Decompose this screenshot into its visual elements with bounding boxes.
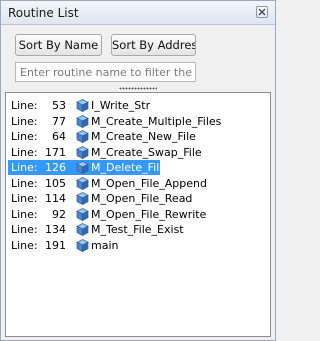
- line-label: Line:: [11, 146, 38, 159]
- routine-icon: [76, 130, 89, 144]
- routine-icon: [76, 177, 89, 191]
- line-number: 64: [52, 130, 66, 143]
- routine-name: M_Create_New_File: [91, 130, 196, 143]
- sort-by-name-button[interactable]: Sort By Name: [15, 34, 102, 56]
- line-label: Line:: [11, 192, 38, 205]
- routine-name: M_Open_File_Append: [91, 177, 207, 190]
- line-number: 105: [45, 177, 66, 190]
- line-number: 191: [45, 239, 66, 252]
- routine-name: M_Test_File_Exist: [91, 223, 184, 236]
- line-number: 92: [52, 208, 66, 221]
- routine-name: M_Create_Swap_File: [91, 146, 202, 159]
- toolbar: Sort By Name Sort By Address: [1, 26, 275, 86]
- routine-list-window: Routine List Sort By Name Sort By Addres…: [0, 0, 276, 341]
- routine-list[interactable]: Line: 53 I_Write_Str Line: 77 M_Create_Multip…: [5, 92, 271, 337]
- filter-input[interactable]: [15, 62, 196, 82]
- splitter-grip-icon: [119, 87, 157, 90]
- line-label: Line:: [11, 177, 38, 190]
- line-label: Line:: [11, 130, 38, 143]
- line-number: 171: [45, 146, 66, 159]
- line-number: 126: [45, 161, 66, 174]
- line-number: 77: [52, 115, 66, 128]
- routine-icon: [76, 192, 89, 206]
- line-label: Line:: [11, 161, 38, 174]
- routine-icon: [76, 115, 89, 129]
- routine-name: M_Open_File_Rewrite: [91, 208, 207, 221]
- routine-name: main: [91, 239, 119, 252]
- routine-icon: [76, 208, 89, 222]
- routine-icon: [76, 161, 89, 175]
- line-label: Line:: [11, 239, 38, 252]
- line-label: Line:: [11, 99, 38, 112]
- close-icon: [258, 8, 266, 16]
- routine-icon: [76, 223, 89, 237]
- line-number: 134: [45, 223, 66, 236]
- routine-icon: [76, 146, 89, 160]
- line-number: 114: [45, 192, 66, 205]
- routine-name: I_Write_Str: [91, 99, 151, 112]
- sort-by-address-button[interactable]: Sort By Address: [111, 34, 196, 56]
- close-button[interactable]: [256, 6, 268, 18]
- line-number: 53: [52, 99, 66, 112]
- routine-name: M_Delete_File: [91, 161, 167, 174]
- routine-icon: [76, 99, 89, 113]
- routine-name: M_Create_Multiple_Files: [91, 115, 222, 128]
- title-bar: Routine List: [1, 1, 275, 25]
- window-title: Routine List: [8, 6, 79, 20]
- line-label: Line:: [11, 208, 38, 221]
- routine-name: M_Open_File_Read: [91, 192, 193, 205]
- routine-icon: [76, 239, 89, 253]
- line-label: Line:: [11, 115, 38, 128]
- line-label: Line:: [11, 223, 38, 236]
